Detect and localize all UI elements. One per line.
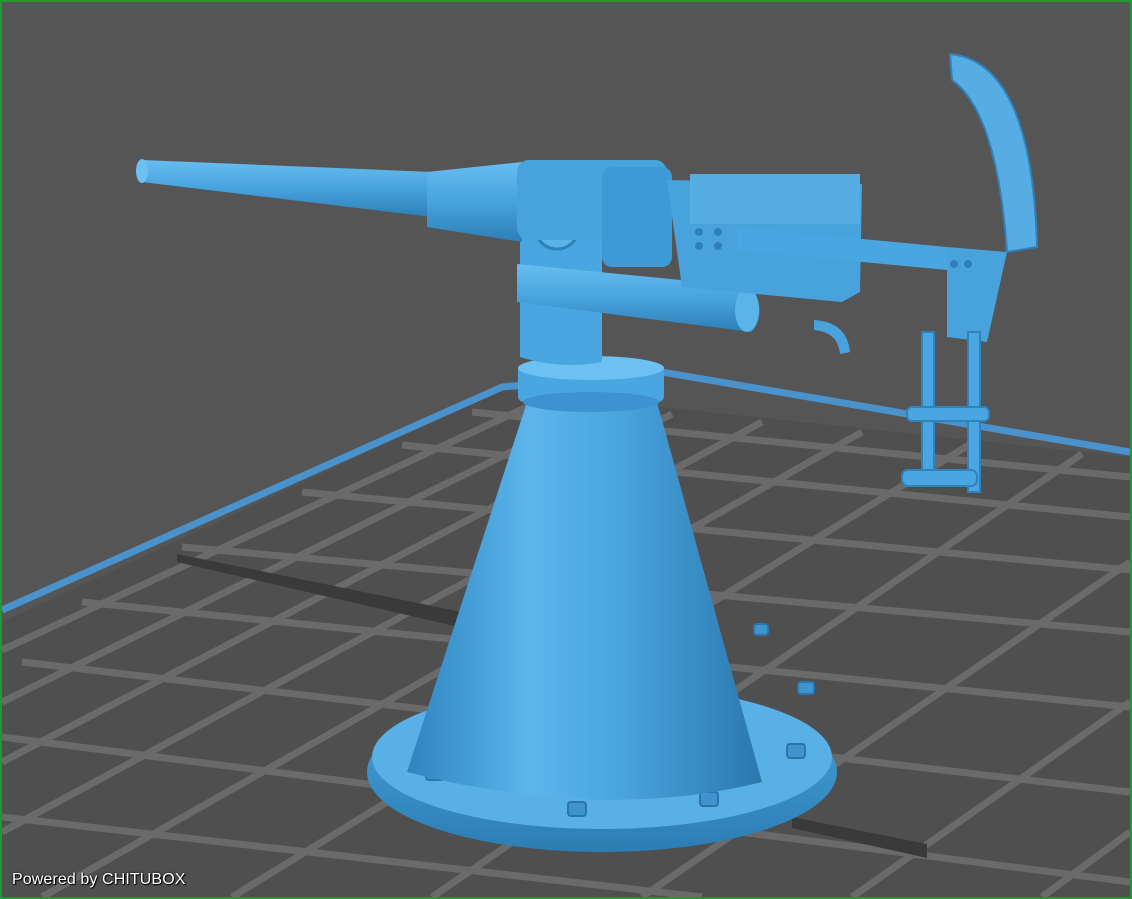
watermark-label: Powered by CHITUBOX [12,871,186,888]
breech-top [690,174,860,224]
cradle-band [602,167,672,267]
pedestal-collar-bottom [523,392,659,412]
3d-viewport[interactable]: Powered by CHITUBOX [2,2,1130,897]
muzzle [136,159,148,183]
scene-canvas[interactable] [2,2,1130,897]
recoil-cylinder-end [735,288,759,332]
